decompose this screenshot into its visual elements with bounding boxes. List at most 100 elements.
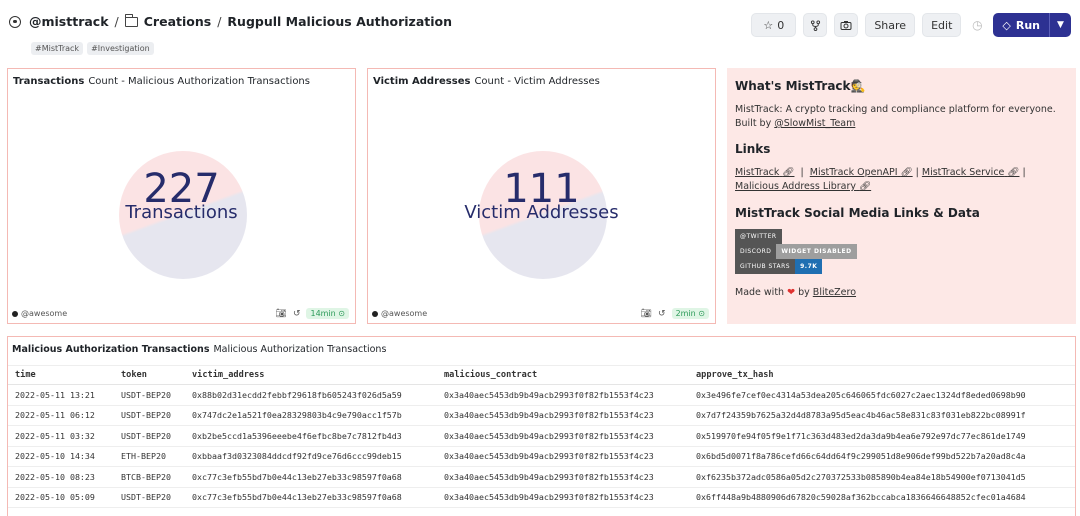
badge-value: 9.7K bbox=[795, 259, 823, 274]
link-text: Malicious Address Library bbox=[735, 181, 857, 192]
cell-time: 2022-05-10 08:23 bbox=[8, 466, 114, 488]
link-service[interactable]: MistTrack Service 🔗︎ bbox=[922, 167, 1020, 178]
external-link-icon: 🔗︎ bbox=[1007, 167, 1020, 178]
link-misttrack[interactable]: MistTrack 🔗︎ bbox=[735, 167, 794, 178]
card-title-main: Victim Addresses bbox=[373, 76, 471, 87]
table-row: 2022-05-11 06:12 USDT-BEP20 0x747dc2e1a5… bbox=[8, 405, 1075, 426]
tag-misttrack[interactable]: #MistTrack bbox=[31, 42, 84, 55]
card-title-main: Transactions bbox=[13, 76, 85, 87]
author-name: @awesome bbox=[21, 309, 68, 318]
cell-approve-tx-hash: 0x3e496fe7cef0ec4314a53dea205c646065fdc6… bbox=[689, 384, 1075, 406]
card-title-sub: Count - Victim Addresses bbox=[474, 76, 600, 87]
text-heading-1: What's MistTrack🕵 bbox=[735, 79, 1067, 93]
table-row: 2022-05-10 05:09 USDT-BEP20 0xc77c3efb55… bbox=[8, 487, 1075, 508]
user-icon bbox=[9, 15, 21, 28]
text-heading-3: MistTrack Social Media Links & Data bbox=[735, 206, 980, 220]
card-author[interactable]: @awesome bbox=[12, 309, 67, 318]
column-header-victim-address[interactable]: victim_address bbox=[185, 365, 437, 385]
cell-victim-address: 0xb2be5ccd1a5396eeebe4f6efbc8be7c7812fb4… bbox=[185, 425, 437, 447]
run-button-group: ◇ Run ▼ bbox=[993, 13, 1071, 37]
breadcrumb: @misttrack / Creations / Rugpull Malicio… bbox=[9, 13, 453, 29]
text-card: What's MistTrack🕵 MistTrack: A crypto tr… bbox=[727, 68, 1076, 324]
cell-approve-tx-hash: 0x6ff448a9b4880906d67820c59028af362bccab… bbox=[689, 487, 1075, 508]
share-button[interactable]: Share bbox=[865, 13, 916, 37]
table-row: 2022-05-10 08:23 BTCB-BEP20 0xc77c3efb55… bbox=[8, 466, 1075, 488]
link-malicious-library[interactable]: Malicious Address Library 🔗︎ bbox=[735, 181, 871, 192]
cell-malicious-contract: 0x3a40aec5453db9b49acb2993f0f82fb1553f4c… bbox=[437, 446, 689, 467]
cell-approve-tx-hash: 0x6bd5d0071f8a786cefd66c64dd64f9c299051d… bbox=[689, 446, 1075, 467]
badge-label: @TWITTER bbox=[735, 229, 782, 244]
github-stars-badge[interactable]: GITHUB STARS 9.7K bbox=[735, 259, 1067, 274]
cell-time: 2022-05-10 05:09 bbox=[8, 487, 114, 508]
breadcrumb-owner[interactable]: @misttrack bbox=[29, 14, 109, 29]
card-footer-actions: 📷︎ ↺ 14min ⊙ bbox=[276, 308, 349, 319]
cell-approve-tx-hash: 0x7d7f24359b7625a32d4d8783a95d5eac4b46ac… bbox=[689, 405, 1075, 426]
made-with-text: Made with bbox=[735, 287, 785, 298]
freshness-text: 14min bbox=[310, 309, 336, 318]
refresh-icon[interactable]: ↺ bbox=[658, 309, 666, 319]
cell-token: USDT-BEP20 bbox=[114, 425, 185, 447]
edit-button[interactable]: Edit bbox=[922, 13, 962, 37]
slowmist-link[interactable]: @SlowMist_Team bbox=[774, 118, 855, 129]
card-author[interactable]: @awesome bbox=[372, 309, 427, 318]
chevron-down-icon: ▼ bbox=[1057, 20, 1064, 30]
schedule-button[interactable]: ◷ bbox=[968, 13, 987, 37]
cell-token: USDT-BEP20 bbox=[114, 405, 185, 426]
cell-time: 2022-05-11 13:21 bbox=[8, 384, 114, 406]
cell-malicious-contract: 0x3a40aec5453db9b49acb2993f0f82fb1553f4c… bbox=[437, 466, 689, 488]
cell-malicious-contract: 0x3a40aec5453db9b49acb2993f0f82fb1553f4c… bbox=[437, 487, 689, 508]
header-actions: ☆ 0 Share Edit ◷ ◇ Run ▼ bbox=[751, 13, 1071, 37]
breadcrumb-folder[interactable]: Creations bbox=[144, 14, 211, 29]
fork-button[interactable] bbox=[803, 13, 828, 37]
table-row: 2022-05-11 13:21 USDT-BEP20 0x88b02d31ec… bbox=[8, 384, 1075, 406]
avatar bbox=[372, 310, 378, 317]
cell-victim-address: 0x747dc2e1a521f0ea28329803b4c9e790acc1f5… bbox=[185, 405, 437, 426]
card-title: Victim Addresses Count - Victim Addresses bbox=[373, 76, 600, 87]
cell-token: ETH-BEP20 bbox=[114, 446, 185, 467]
run-button[interactable]: ◇ Run bbox=[993, 13, 1049, 37]
twitter-badge[interactable]: @TWITTER bbox=[735, 229, 1067, 244]
run-dropdown-button[interactable]: ▼ bbox=[1049, 13, 1071, 37]
card-title-sub: Count - Malicious Authorization Transact… bbox=[88, 76, 310, 87]
column-header-time[interactable]: time bbox=[8, 365, 114, 385]
badge-group: @TWITTER DISCORD WIDGET DISABLED GITHUB … bbox=[735, 229, 1067, 274]
cell-time: 2022-05-11 06:12 bbox=[8, 405, 114, 426]
fork-icon bbox=[810, 19, 820, 31]
counter-label: Victim Addresses bbox=[464, 202, 619, 223]
blitezero-link[interactable]: BliteZero bbox=[813, 287, 856, 298]
badge-label: GITHUB STARS bbox=[735, 259, 796, 274]
text-heading-2: Links bbox=[735, 142, 771, 156]
cell-victim-address: 0xc77c3efb55bd7b0e44c13eb27eb33c98597f0a… bbox=[185, 466, 437, 488]
run-icon: ◇ bbox=[1002, 18, 1011, 32]
tag-list: #MistTrack #Investigation bbox=[31, 42, 154, 55]
discord-badge[interactable]: DISCORD WIDGET DISABLED bbox=[735, 244, 1067, 259]
external-link-icon: 🔗︎ bbox=[782, 167, 795, 178]
cell-victim-address: 0xc77c3efb55bd7b0e44c13eb27eb33c98597f0a… bbox=[185, 487, 437, 508]
breadcrumb-separator: / bbox=[217, 14, 222, 29]
victims-counter-card: Victim Addresses Count - Victim Addresses… bbox=[367, 68, 716, 324]
made-by-text: by bbox=[798, 287, 810, 298]
text-paragraph: MistTrack: A crypto tracking and complia… bbox=[735, 103, 1067, 131]
star-button[interactable]: ☆ 0 bbox=[751, 13, 797, 37]
camera-icon[interactable]: 📷︎ bbox=[276, 309, 287, 319]
refresh-icon[interactable]: ↺ bbox=[293, 309, 301, 319]
page-title: Rugpull Malicious Authorization bbox=[227, 14, 453, 29]
column-header-approve-tx-hash[interactable]: approve_tx_hash bbox=[689, 365, 1075, 385]
camera-icon bbox=[840, 20, 852, 30]
cell-malicious-contract: 0x3a40aec5453db9b49acb2993f0f82fb1553f4c… bbox=[437, 425, 689, 447]
counter-label: Transactions bbox=[125, 202, 238, 223]
column-header-token[interactable]: token bbox=[114, 365, 185, 385]
link-openapi[interactable]: MistTrack OpenAPI 🔗︎ bbox=[810, 167, 913, 178]
links-paragraph: MistTrack 🔗︎ | MistTrack OpenAPI 🔗︎ | Mi… bbox=[735, 167, 1026, 192]
card-title-sub: Malicious Authorization Transactions bbox=[213, 344, 387, 355]
freshness-badge: 2min ⊙ bbox=[671, 308, 709, 319]
camera-icon[interactable]: 📷︎ bbox=[641, 309, 652, 319]
freshness-text: 2min bbox=[675, 309, 696, 318]
card-title-main: Malicious Authorization Transactions bbox=[12, 344, 210, 355]
screenshot-button[interactable] bbox=[834, 13, 859, 37]
cell-approve-tx-hash: 0xf6235b372adc0586a05d2c270372533b085890… bbox=[689, 466, 1075, 488]
cell-malicious-contract: 0x3a40aec5453db9b49acb2993f0f82fb1553f4c… bbox=[437, 384, 689, 406]
top-bar: @misttrack / Creations / Rugpull Malicio… bbox=[0, 0, 1080, 62]
tag-investigation[interactable]: #Investigation bbox=[87, 42, 154, 55]
column-header-malicious-contract[interactable]: malicious_contract bbox=[437, 365, 689, 385]
